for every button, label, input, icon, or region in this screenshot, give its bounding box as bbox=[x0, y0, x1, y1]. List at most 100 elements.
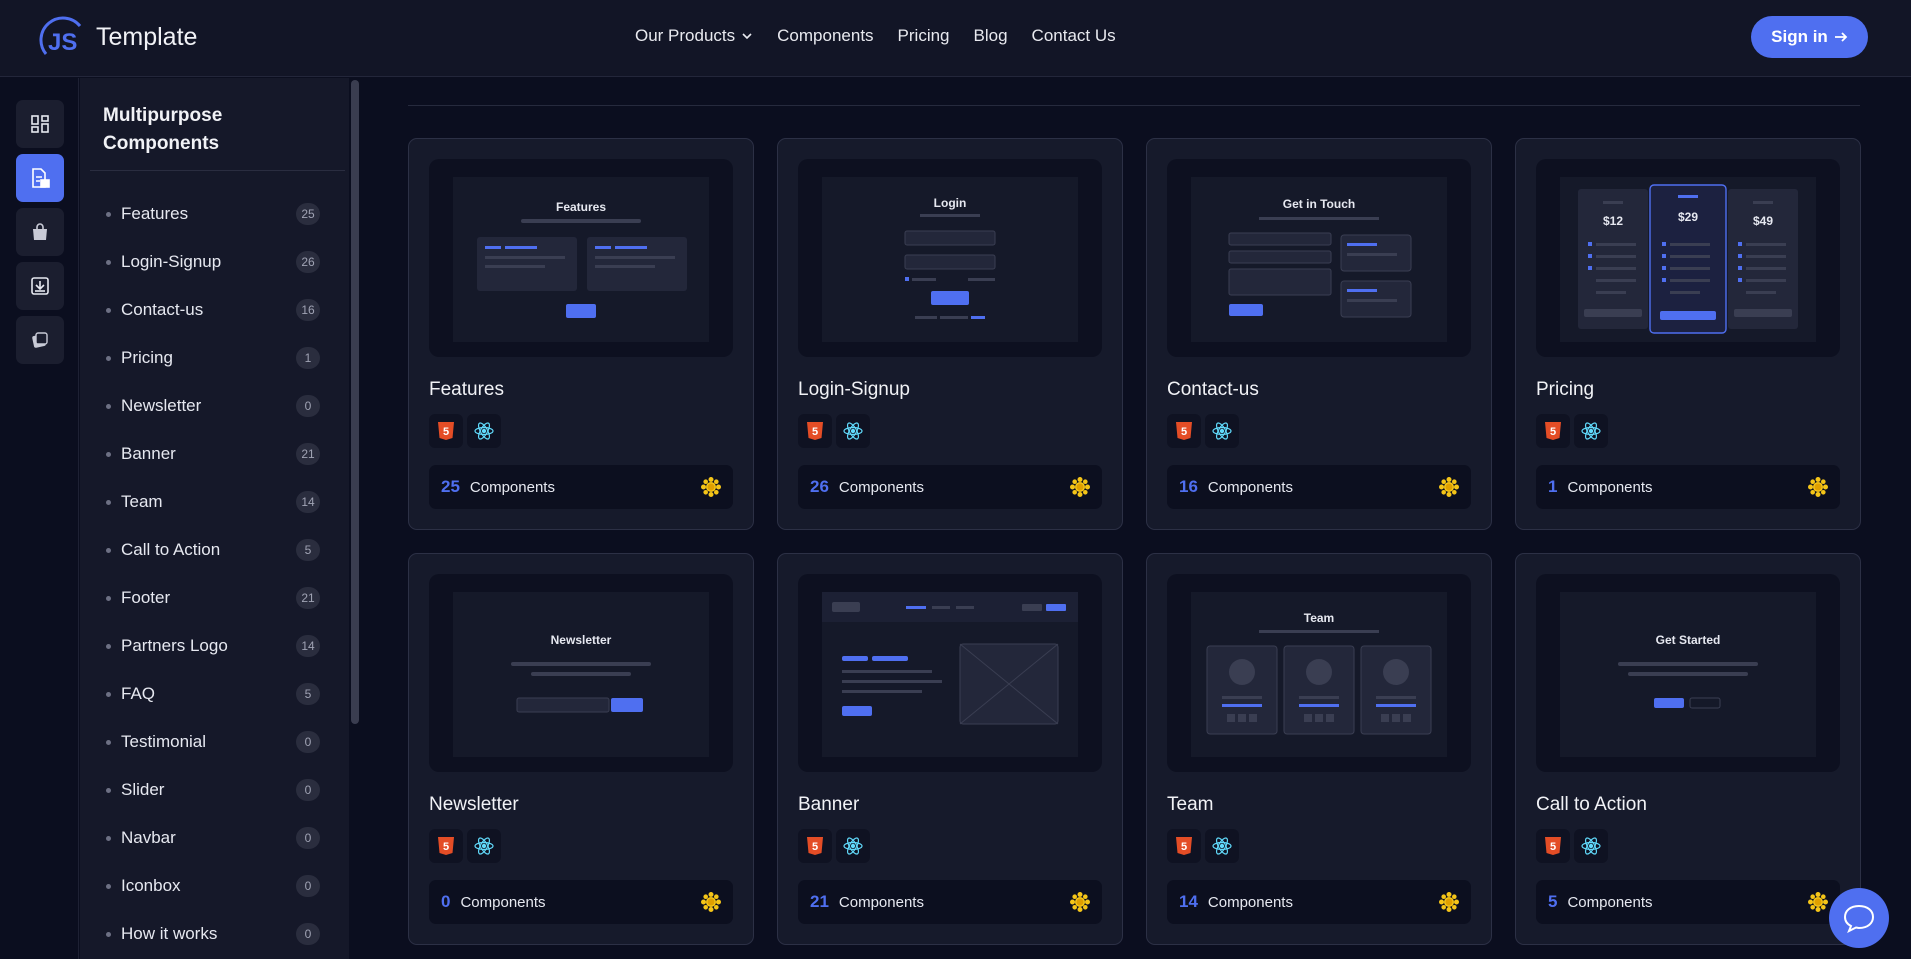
component-card-features[interactable]: Features Features 5 25 Components bbox=[408, 138, 754, 530]
rail-components-button[interactable] bbox=[16, 154, 64, 202]
sidebar-item-count: 16 bbox=[296, 299, 320, 321]
sidebar-scrollbar-thumb[interactable] bbox=[351, 80, 359, 724]
html5-icon: 5 bbox=[1536, 414, 1570, 448]
bullet-icon bbox=[106, 355, 111, 361]
sidebar-item-label: Footer bbox=[121, 588, 171, 607]
react-icon bbox=[1205, 829, 1239, 863]
sidebar-item-slider[interactable]: Slider 0 bbox=[106, 766, 320, 814]
sidebar-item-banner[interactable]: Banner 21 bbox=[106, 430, 320, 478]
sidebar-item-footer[interactable]: Footer 21 bbox=[106, 574, 320, 622]
chat-bubble-icon bbox=[1843, 904, 1875, 933]
html5-icon: 5 bbox=[429, 414, 463, 448]
rail-shop-button[interactable] bbox=[16, 208, 64, 256]
sign-in-label: Sign in bbox=[1771, 27, 1828, 46]
card-title: Call to Action bbox=[1536, 794, 1647, 815]
component-label: Components bbox=[838, 893, 924, 911]
bullet-icon bbox=[106, 787, 111, 793]
component-label: Components bbox=[460, 893, 546, 911]
svg-text:Features: Features bbox=[556, 200, 606, 214]
component-card-team[interactable]: Team Team 5 14 Components bbox=[1146, 553, 1492, 945]
svg-text:$49: $49 bbox=[1753, 214, 1773, 228]
sidebar-item-navbar[interactable]: Navbar 0 bbox=[106, 814, 320, 862]
card-components-bar: 0 Components bbox=[429, 880, 733, 924]
sidebar-item-label: Navbar bbox=[121, 828, 176, 847]
bullet-icon bbox=[106, 499, 111, 505]
download-icon bbox=[31, 277, 49, 295]
component-card-newsletter[interactable]: Newsletter Newsletter 5 0 Components bbox=[408, 553, 754, 945]
component-count: 0 bbox=[441, 892, 451, 911]
sidebar-item-label: Team bbox=[121, 492, 163, 511]
sidebar-item-contact-us[interactable]: Contact-us 16 bbox=[106, 286, 320, 334]
sidebar-item-count: 0 bbox=[296, 923, 320, 945]
sidebar-item-count: 0 bbox=[296, 779, 320, 801]
card-components-bar: 16 Components bbox=[1167, 465, 1471, 509]
sun-badge-icon bbox=[1070, 477, 1090, 497]
shopping-bag-icon bbox=[33, 223, 47, 240]
component-card-call-to-action[interactable]: Get Started Call to Action 5 5 Component… bbox=[1515, 553, 1861, 945]
sidebar-item-count: 5 bbox=[296, 539, 320, 561]
rail-templates-button[interactable] bbox=[16, 316, 64, 364]
card-components-bar: 26 Components bbox=[798, 465, 1102, 509]
sidebar-item-partners-logo[interactable]: Partners Logo 14 bbox=[106, 622, 320, 670]
card-title: Team bbox=[1167, 794, 1214, 815]
component-card-pricing[interactable]: $12 $29 $49 Pricing 5 1 Components bbox=[1515, 138, 1861, 530]
bullet-icon bbox=[106, 403, 111, 409]
sidebar-item-login-signup[interactable]: Login-Signup 26 bbox=[106, 238, 320, 286]
sidebar-item-iconbox[interactable]: Iconbox 0 bbox=[106, 862, 320, 910]
sidebar-item-how-it-works[interactable]: How it works 0 bbox=[106, 910, 320, 958]
sidebar-item-features[interactable]: Features 25 bbox=[106, 190, 320, 238]
nav-components[interactable]: Components bbox=[777, 26, 873, 46]
bullet-icon bbox=[106, 307, 111, 313]
svg-text:5: 5 bbox=[812, 841, 818, 853]
card-components-bar: 21 Components bbox=[798, 880, 1102, 924]
page-scrollbar[interactable] bbox=[1899, 78, 1911, 959]
nav-blog[interactable]: Blog bbox=[974, 26, 1008, 46]
sidebar-item-call-to-action[interactable]: Call to Action 5 bbox=[106, 526, 320, 574]
sidebar-item-newsletter[interactable]: Newsletter 0 bbox=[106, 382, 320, 430]
svg-text:5: 5 bbox=[812, 426, 818, 438]
sidebar-item-count: 0 bbox=[296, 731, 320, 753]
react-icon bbox=[467, 414, 501, 448]
component-card-contact-us[interactable]: Get in Touch Contact-us 5 16 Components bbox=[1146, 138, 1492, 530]
bullet-icon bbox=[106, 691, 111, 697]
html5-icon: 5 bbox=[798, 414, 832, 448]
sidebar-item-count: 21 bbox=[296, 587, 320, 609]
component-count: 21 bbox=[810, 892, 829, 911]
nav-our-products[interactable]: Our Products bbox=[635, 26, 753, 46]
sidebar-item-faq[interactable]: FAQ 5 bbox=[106, 670, 320, 718]
nav-contact-us[interactable]: Contact Us bbox=[1032, 26, 1116, 46]
component-label: Components bbox=[1207, 893, 1293, 911]
brand-logo[interactable]: JS Template bbox=[38, 16, 197, 58]
sign-in-button[interactable]: Sign in bbox=[1751, 16, 1868, 58]
component-card-banner[interactable]: Banner 5 21 Components bbox=[777, 553, 1123, 945]
sidebar-item-count: 1 bbox=[296, 347, 320, 369]
rail-dashboard-button[interactable] bbox=[16, 100, 64, 148]
sidebar-item-testimonial[interactable]: Testimonial 0 bbox=[106, 718, 320, 766]
sidebar-item-label: Testimonial bbox=[121, 732, 207, 751]
sidebar-item-team[interactable]: Team 14 bbox=[106, 478, 320, 526]
js-logo-icon: JS bbox=[38, 16, 88, 58]
component-count: 14 bbox=[1179, 892, 1198, 911]
card-title: Pricing bbox=[1536, 379, 1595, 400]
svg-text:5: 5 bbox=[1181, 426, 1187, 438]
card-preview-image: Newsletter bbox=[429, 574, 733, 772]
rail-download-button[interactable] bbox=[16, 262, 64, 310]
html5-icon: 5 bbox=[1167, 414, 1201, 448]
card-components-bar: 14 Components bbox=[1167, 880, 1471, 924]
chat-button[interactable] bbox=[1829, 888, 1889, 948]
nav-pricing[interactable]: Pricing bbox=[898, 26, 950, 46]
sun-badge-icon bbox=[1070, 892, 1090, 912]
sidebar-title: Multipurpose Components bbox=[103, 105, 223, 154]
react-icon bbox=[467, 829, 501, 863]
sidebar-item-label: FAQ bbox=[121, 684, 156, 703]
sidebar-item-count: 0 bbox=[296, 827, 320, 849]
component-label: Components bbox=[469, 478, 555, 496]
sidebar-item-pricing[interactable]: Pricing 1 bbox=[106, 334, 320, 382]
bullet-icon bbox=[106, 643, 111, 649]
svg-text:5: 5 bbox=[1550, 841, 1556, 853]
component-card-login-signup[interactable]: Login Login-Signup 5 26 Components bbox=[777, 138, 1123, 530]
sidebar-item-label: Iconbox bbox=[121, 876, 181, 895]
chevron-down-icon bbox=[742, 33, 752, 40]
card-title: Newsletter bbox=[429, 794, 519, 815]
content-divider bbox=[408, 105, 1860, 106]
